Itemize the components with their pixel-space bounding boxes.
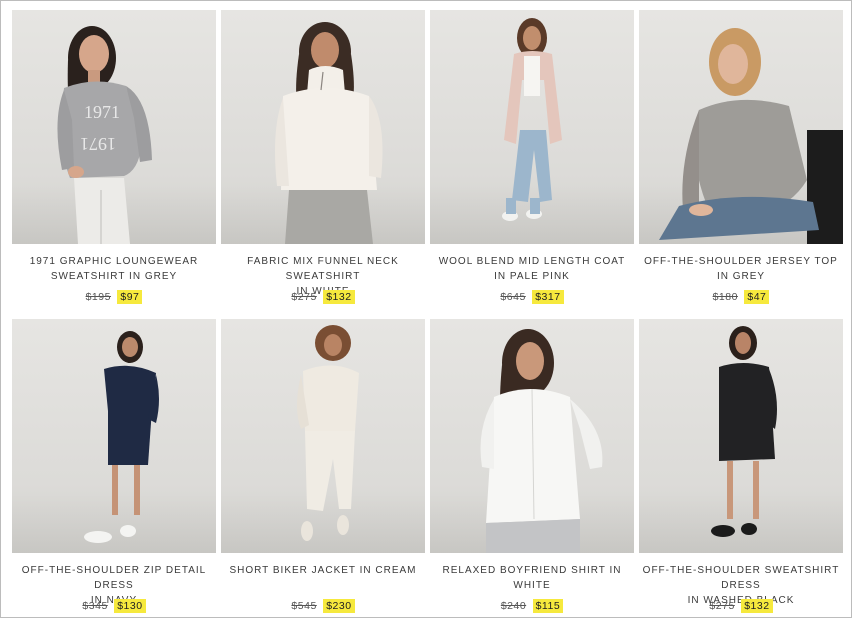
product-card[interactable]: WOOL BLEND MID LENGTH COAT IN PALE PINK … xyxy=(430,10,634,319)
product-image[interactable] xyxy=(12,319,216,553)
sale-price: $115 xyxy=(532,599,564,613)
product-card[interactable]: FABRIC MIX FUNNEL NECK SWEATSHIRT IN WHI… xyxy=(221,10,425,319)
original-price: $645 xyxy=(500,291,526,303)
original-price: $195 xyxy=(85,291,111,303)
sale-price: $97 xyxy=(117,290,143,304)
original-price: $545 xyxy=(291,600,317,612)
product-card[interactable]: RELAXED BOYFRIEND SHIRT IN WHITE $240 $1… xyxy=(430,319,634,628)
product-name[interactable]: OFF-THE-SHOULDER SWEATSHIRT DRESS IN WAS… xyxy=(639,563,843,606)
sale-price: $130 xyxy=(114,599,146,613)
product-price: $195 $97 xyxy=(12,290,216,304)
product-image[interactable] xyxy=(221,10,425,244)
product-card[interactable]: SHORT BIKER JACKET IN CREAM $545 $230 xyxy=(221,319,425,628)
product-card[interactable]: 1971 1971 1971 GRAPHIC LOUNGEWEAR SWEATS… xyxy=(12,10,216,319)
product-card[interactable]: OFF-THE-SHOULDER ZIP DETAIL DRESS IN NAV… xyxy=(12,319,216,628)
product-name[interactable]: WOOL BLEND MID LENGTH COAT IN PALE PINK xyxy=(430,254,634,284)
sale-price: $132 xyxy=(741,599,773,613)
product-grid: 1971 1971 1971 GRAPHIC LOUNGEWEAR SWEATS… xyxy=(12,10,843,628)
product-image[interactable] xyxy=(221,319,425,553)
product-name[interactable]: RELAXED BOYFRIEND SHIRT IN WHITE xyxy=(430,563,634,593)
sale-price: $47 xyxy=(744,290,770,304)
original-price: $275 xyxy=(709,600,735,612)
product-image[interactable] xyxy=(639,319,843,553)
svg-text:1971: 1971 xyxy=(80,134,116,154)
page-frame: 1971 1971 1971 GRAPHIC LOUNGEWEAR SWEATS… xyxy=(0,0,852,618)
original-price: $275 xyxy=(291,291,317,303)
product-price: $545 $230 xyxy=(221,599,425,613)
original-price: $240 xyxy=(500,600,527,612)
product-card[interactable]: OFF-THE-SHOULDER SWEATSHIRT DRESS IN WAS… xyxy=(639,319,843,628)
product-name[interactable]: OFF-THE-SHOULDER JERSEY TOP IN GREY xyxy=(639,254,843,284)
original-price: $180 xyxy=(712,291,738,303)
product-image[interactable] xyxy=(430,319,634,553)
product-price: $275 $132 xyxy=(221,290,425,304)
product-price: $645 $317 xyxy=(430,290,634,304)
svg-text:1971: 1971 xyxy=(84,102,120,122)
product-price: $345 $130 xyxy=(12,599,216,613)
product-name[interactable]: OFF-THE-SHOULDER ZIP DETAIL DRESS IN NAV… xyxy=(12,563,216,606)
product-price: $240 $115 xyxy=(430,599,634,613)
product-name[interactable]: SHORT BIKER JACKET IN CREAM xyxy=(221,563,425,593)
product-image[interactable] xyxy=(639,10,843,244)
product-card[interactable]: OFF-THE-SHOULDER JERSEY TOP IN GREY $180… xyxy=(639,10,843,319)
product-price: $180 $47 xyxy=(639,290,843,304)
product-image[interactable] xyxy=(430,10,634,244)
original-price: $345 xyxy=(82,600,108,612)
sale-price: $317 xyxy=(532,290,564,304)
product-name[interactable]: 1971 GRAPHIC LOUNGEWEAR SWEATSHIRT IN GR… xyxy=(12,254,216,284)
product-image[interactable]: 1971 1971 xyxy=(12,10,216,244)
sale-price: $132 xyxy=(323,290,355,304)
product-price: $275 $132 xyxy=(639,599,843,613)
sale-price: $230 xyxy=(323,599,355,613)
product-name[interactable]: FABRIC MIX FUNNEL NECK SWEATSHIRT IN WHI… xyxy=(221,254,425,297)
